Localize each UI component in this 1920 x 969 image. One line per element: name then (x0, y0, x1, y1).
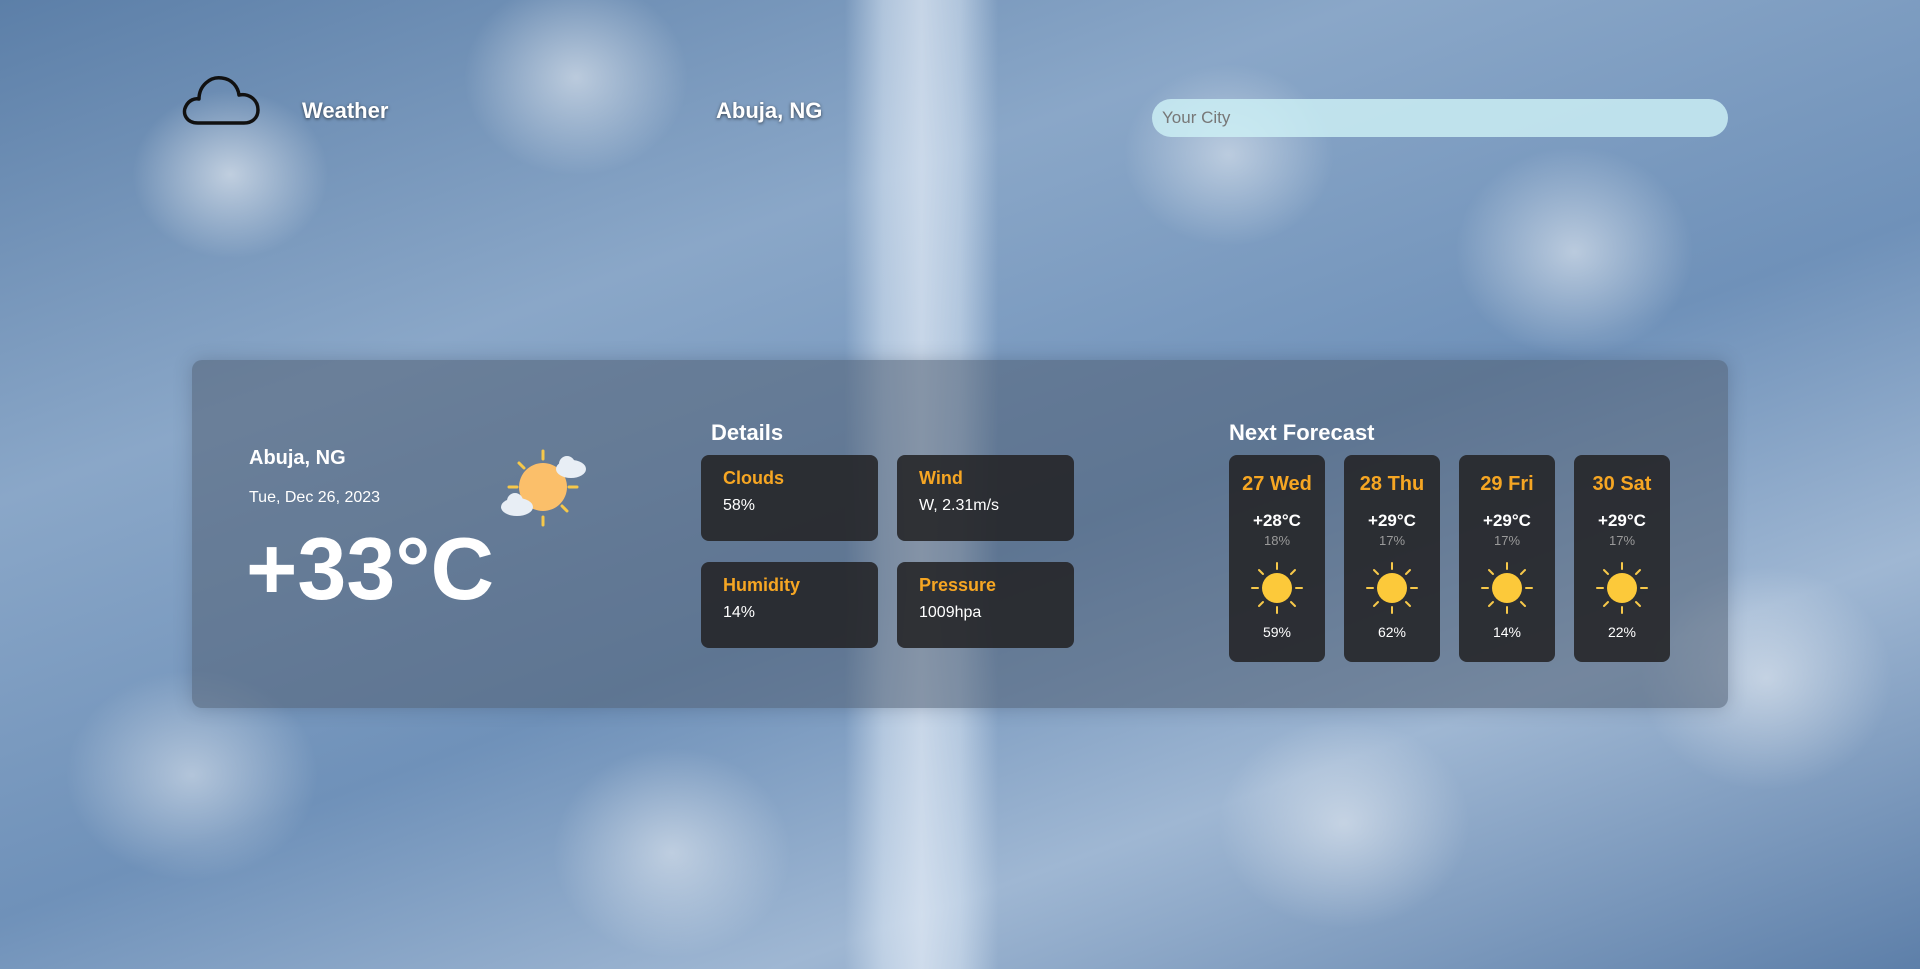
current-temperature: +33°C (246, 519, 495, 618)
forecast-secondary-value: 17% (1493, 533, 1521, 548)
app-title: Weather (302, 98, 389, 123)
weather-panel: Abuja, NG Tue, Dec 26, 2023 +33°C Detail… (192, 360, 1728, 708)
sun-icon (1251, 562, 1303, 614)
forecast-day: 30 Sat (1592, 473, 1652, 495)
forecast-secondary-value: 17% (1608, 533, 1636, 548)
detail-value: 1009hpa (919, 604, 982, 621)
forecast-percent: 14% (1492, 624, 1522, 640)
forecast-temp: +29°C (1598, 511, 1646, 530)
detail-card-humidity: Humidity 14% (701, 562, 878, 648)
current-city-name: Abuja, NG (249, 447, 346, 469)
city-search-input[interactable] (1152, 99, 1728, 137)
forecast-day: 29 Fri (1480, 473, 1534, 495)
forecast-percent: 62% (1377, 624, 1407, 640)
sun-icon (1596, 562, 1648, 614)
details-title: Details (711, 420, 784, 445)
detail-card-wind: Wind W, 2.31m/s (897, 455, 1074, 541)
detail-value: 14% (723, 604, 756, 621)
forecast-percent: 59% (1262, 624, 1292, 640)
forecast-day: 28 Thu (1359, 473, 1425, 495)
forecast-temp: +29°C (1483, 511, 1531, 530)
detail-value: 58% (723, 497, 756, 514)
current-date: Tue, Dec 26, 2023 (249, 489, 381, 506)
detail-label: Wind (919, 468, 963, 488)
detail-card-pressure: Pressure 1009hpa (897, 562, 1074, 648)
forecast-temp: +28°C (1253, 511, 1301, 530)
cloud-icon[interactable] (180, 68, 262, 128)
sun-icon (1481, 562, 1533, 614)
forecast-secondary-value: 18% (1263, 533, 1291, 548)
top-header: Weather Abuja, NG (0, 0, 1920, 200)
detail-card-clouds: Clouds 58% (701, 455, 878, 541)
header-city-name: Abuja, NG (716, 98, 823, 123)
sun-with-clouds-icon (501, 449, 586, 527)
forecast-percent: 22% (1607, 624, 1637, 640)
detail-label: Humidity (723, 575, 801, 595)
detail-label: Pressure (919, 575, 997, 595)
detail-value: W, 2.31m/s (919, 497, 1000, 514)
sun-icon (1366, 562, 1418, 614)
forecast-card: 27 Wed +28°C 18% 59% (1229, 455, 1325, 662)
forecast-card: 29 Fri +29°C 17% 14% (1459, 455, 1555, 662)
forecast-temp: +29°C (1368, 511, 1416, 530)
forecast-day: 27 Wed (1242, 473, 1312, 495)
forecast-secondary-value: 17% (1378, 533, 1406, 548)
forecast-card: 28 Thu +29°C 17% 62% (1344, 455, 1440, 662)
detail-label: Clouds (723, 468, 784, 488)
forecast-title: Next Forecast (1229, 420, 1375, 445)
forecast-card: 30 Sat +29°C 17% 22% (1574, 455, 1670, 662)
